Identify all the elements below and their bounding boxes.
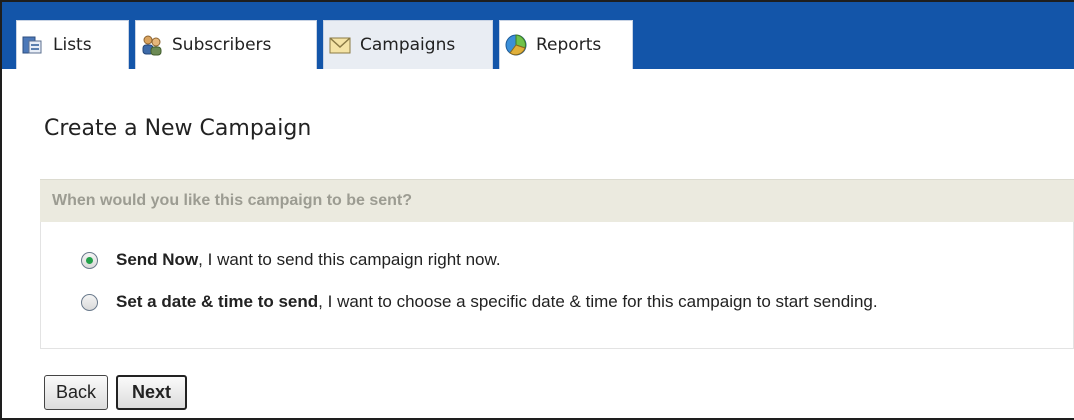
next-button[interactable]: Next: [116, 375, 188, 410]
tab-reports-label: Reports: [536, 35, 602, 55]
tab-lists[interactable]: Lists: [16, 20, 129, 69]
reports-icon: [504, 33, 528, 57]
tab-subscribers[interactable]: Subscribers: [135, 20, 317, 69]
lists-icon: [21, 33, 45, 57]
subscribers-icon: [140, 33, 164, 57]
tab-bar: Lists Subscribers Campaigns Reports: [2, 2, 1074, 69]
schedule-description: , I want to choose a specific date & tim…: [318, 292, 878, 311]
main-content: Create a New Campaign When would you lik…: [2, 69, 1074, 418]
send-options: Send Now , I want to send this campaign …: [40, 222, 1074, 349]
page-title: Create a New Campaign: [44, 116, 312, 141]
back-button[interactable]: Back: [44, 375, 109, 410]
form-buttons: Back Next: [44, 375, 188, 410]
tab-campaigns-label: Campaigns: [360, 35, 456, 55]
send-now-radio[interactable]: [81, 251, 98, 269]
tab-campaigns[interactable]: Campaigns: [323, 20, 493, 69]
send-now-label: Send Now: [116, 250, 199, 269]
question-text: When would you like this campaign to be …: [52, 192, 413, 209]
send-now-description: , I want to send this campaign right now…: [198, 250, 501, 269]
tab-reports[interactable]: Reports: [499, 20, 633, 69]
question-header: When would you like this campaign to be …: [40, 179, 1074, 222]
tab-lists-label: Lists: [53, 35, 92, 55]
schedule-radio[interactable]: [81, 293, 98, 311]
send-now-option[interactable]: Send Now , I want to send this campaign …: [81, 250, 501, 270]
app-window: Lists Subscribers Campaigns Reports Crea…: [0, 0, 1074, 420]
tab-subscribers-label: Subscribers: [172, 35, 272, 55]
schedule-label: Set a date & time to send: [116, 292, 319, 311]
schedule-option[interactable]: Set a date & time to send , I want to ch…: [81, 292, 878, 312]
campaigns-icon: [328, 33, 352, 57]
